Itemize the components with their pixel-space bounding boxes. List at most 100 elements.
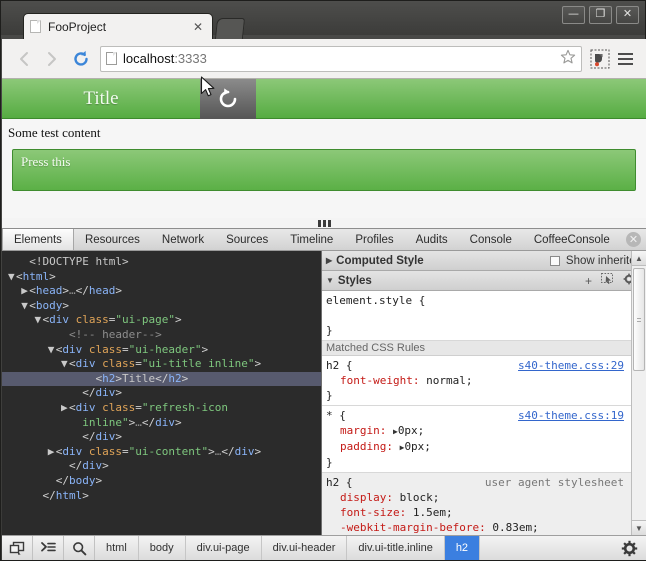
- window-frame: — ❐ ✕ FooProject ✕ localhost:3333 Title …: [0, 0, 646, 561]
- close-button[interactable]: ✕: [616, 6, 639, 24]
- breadcrumb-item[interactable]: h2: [444, 536, 481, 560]
- element-state-icon[interactable]: [601, 273, 614, 288]
- dom-node[interactable]: ▶<div class="refresh-icon: [2, 401, 321, 416]
- scrollbar-thumb[interactable]: [633, 268, 645, 371]
- press-this-button[interactable]: Press this: [12, 149, 636, 191]
- dom-node[interactable]: </div>: [2, 430, 321, 445]
- devtools-tab-resources[interactable]: Resources: [74, 229, 151, 250]
- devtools-status-bar: html body div.ui-page div.ui-header div.ui-t…: [2, 535, 646, 560]
- devtools-tab-network[interactable]: Network: [151, 229, 215, 250]
- evernote-extension-button[interactable]: [588, 46, 612, 72]
- back-button[interactable]: [10, 45, 38, 73]
- show-inherited-checkbox[interactable]: [549, 255, 560, 266]
- css-property-value: 1.5em;: [406, 506, 453, 519]
- dom-node[interactable]: </body>: [2, 474, 321, 489]
- scroll-up-button[interactable]: ▲: [632, 251, 646, 266]
- dom-node[interactable]: ▼<div class="ui-page">: [2, 313, 321, 328]
- css-property-value: 0.83em;: [485, 521, 539, 534]
- devtools-tab-elements[interactable]: Elements: [2, 229, 74, 250]
- url-host: localhost: [123, 51, 175, 66]
- css-property[interactable]: font-weight: normal;: [326, 373, 646, 388]
- page-info-icon[interactable]: [106, 52, 117, 65]
- console-drawer-icon: [40, 542, 56, 552]
- css-property-name: padding:: [340, 440, 393, 453]
- dom-node-selected[interactable]: <h2>Title</h2>: [2, 371, 321, 387]
- minimize-button[interactable]: —: [562, 6, 585, 24]
- breadcrumb-item[interactable]: div.ui-page: [186, 536, 262, 560]
- press-this-label: Press this: [21, 154, 71, 169]
- css-property-name: font-weight:: [340, 374, 420, 387]
- breadcrumb-item[interactable]: body: [139, 536, 186, 560]
- toggle-drawer-button[interactable]: [33, 536, 64, 560]
- css-rule[interactable]: * {s40-theme.css:19 margin: ▶0px; padding:…: [322, 406, 646, 473]
- computed-style-header[interactable]: ▶ Computed Style Show inherited: [322, 251, 646, 271]
- dom-node[interactable]: </div>: [2, 386, 321, 401]
- css-property[interactable]: -webkit-margin-before: 0.83em;: [326, 520, 646, 535]
- devtools-splitter[interactable]: [2, 218, 646, 229]
- dom-node[interactable]: ▼<html>: [2, 270, 321, 285]
- devtools-tab-sources[interactable]: Sources: [215, 229, 279, 250]
- reload-button[interactable]: [66, 45, 96, 73]
- dom-node[interactable]: <!-- header-->: [2, 328, 321, 343]
- styles-rules-list: element.style {} Matched CSS Rules h2 {s40…: [322, 291, 646, 535]
- devtools-tab-audits[interactable]: Audits: [405, 229, 459, 250]
- url-port: :3333: [174, 51, 207, 66]
- scroll-down-button[interactable]: ▼: [632, 520, 646, 535]
- browser-tab[interactable]: FooProject ✕: [23, 13, 213, 39]
- css-close-brace: }: [326, 324, 333, 337]
- breadcrumb-label: h2: [455, 542, 469, 554]
- dom-node[interactable]: ▼<body>: [2, 299, 321, 314]
- inspect-element-button[interactable]: [2, 536, 33, 560]
- devtools-tab-profiles[interactable]: Profiles: [344, 229, 404, 250]
- devtools-tab-console[interactable]: Console: [459, 229, 523, 250]
- css-property[interactable]: display: block;: [326, 490, 646, 505]
- devtools-tab-coffeeconsole[interactable]: CoffeeConsole: [523, 229, 621, 250]
- styles-scrollbar[interactable]: ▲ ▼: [631, 251, 646, 535]
- add-rule-button[interactable]: +: [585, 274, 592, 288]
- address-bar[interactable]: localhost:3333: [100, 45, 582, 72]
- bookmark-star-button[interactable]: [560, 49, 576, 68]
- dom-node[interactable]: ▼<div class="ui-header">: [2, 343, 321, 358]
- css-empty-body[interactable]: [326, 308, 646, 323]
- dom-node[interactable]: <!DOCTYPE html>: [2, 255, 321, 270]
- breadcrumb-item[interactable]: div.ui-title.inline: [347, 536, 445, 560]
- devtools-settings-button[interactable]: [612, 536, 646, 560]
- css-property[interactable]: padding: ▶0px;: [326, 439, 646, 455]
- dom-node[interactable]: inline">…</div>: [2, 416, 321, 431]
- dom-node[interactable]: </div>: [2, 459, 321, 474]
- chevron-right-icon: [48, 51, 56, 66]
- splitter-grip-icon: [317, 219, 331, 227]
- maximize-button[interactable]: ❐: [589, 6, 612, 24]
- dom-node[interactable]: ▶<div class="ui-content">…</div>: [2, 445, 321, 460]
- dom-node[interactable]: </html>: [2, 489, 321, 504]
- ui-title: Title: [2, 79, 200, 119]
- styles-title[interactable]: ▼ Styles: [326, 275, 372, 287]
- devtools-tab-label: Resources: [84, 233, 140, 246]
- refresh-circular-arrow-icon: [219, 88, 237, 108]
- css-property-name: -webkit-margin-before:: [340, 521, 486, 534]
- search-button[interactable]: [64, 536, 95, 560]
- browser-menu-button[interactable]: [612, 46, 638, 72]
- dom-node[interactable]: ▼<div class="ui-title inline">: [2, 357, 321, 372]
- dom-node[interactable]: ▶<head>…</head>: [2, 284, 321, 299]
- element-style-rule[interactable]: element.style {}: [322, 291, 646, 341]
- forward-button[interactable]: [38, 45, 66, 73]
- css-rule[interactable]: h2 {user agent stylesheet display: block;…: [322, 473, 646, 535]
- css-property[interactable]: font-size: 1.5em;: [326, 505, 646, 520]
- styles-sidebar: ▶ Computed Style Show inherited ▼ Styles: [322, 251, 646, 535]
- breadcrumb-item[interactable]: html: [95, 536, 139, 560]
- breadcrumb-item[interactable]: div.ui-header: [262, 536, 348, 560]
- css-source-link[interactable]: s40-theme.css:19: [518, 408, 624, 423]
- devtools-close-icon[interactable]: ✕: [626, 232, 641, 247]
- page-refresh-button[interactable]: [200, 79, 256, 119]
- hamburger-icon: [617, 57, 633, 60]
- show-inherited-control[interactable]: Show inherited: [549, 255, 642, 267]
- css-rule[interactable]: h2 {s40-theme.css:29 font-weight: normal;…: [322, 356, 646, 406]
- tab-close-icon[interactable]: ✕: [190, 20, 206, 34]
- devtools-tab-bar: Elements Resources Network Sources Timeline P…: [2, 229, 646, 251]
- devtools-tab-timeline[interactable]: Timeline: [279, 229, 344, 250]
- css-property[interactable]: margin: ▶0px;: [326, 423, 646, 439]
- new-tab-button[interactable]: [214, 18, 246, 39]
- dom-tree-pane[interactable]: <!DOCTYPE html> ▼<html> ▶<head>…</head> ▼…: [2, 251, 322, 535]
- css-source-link[interactable]: s40-theme.css:29: [518, 358, 624, 373]
